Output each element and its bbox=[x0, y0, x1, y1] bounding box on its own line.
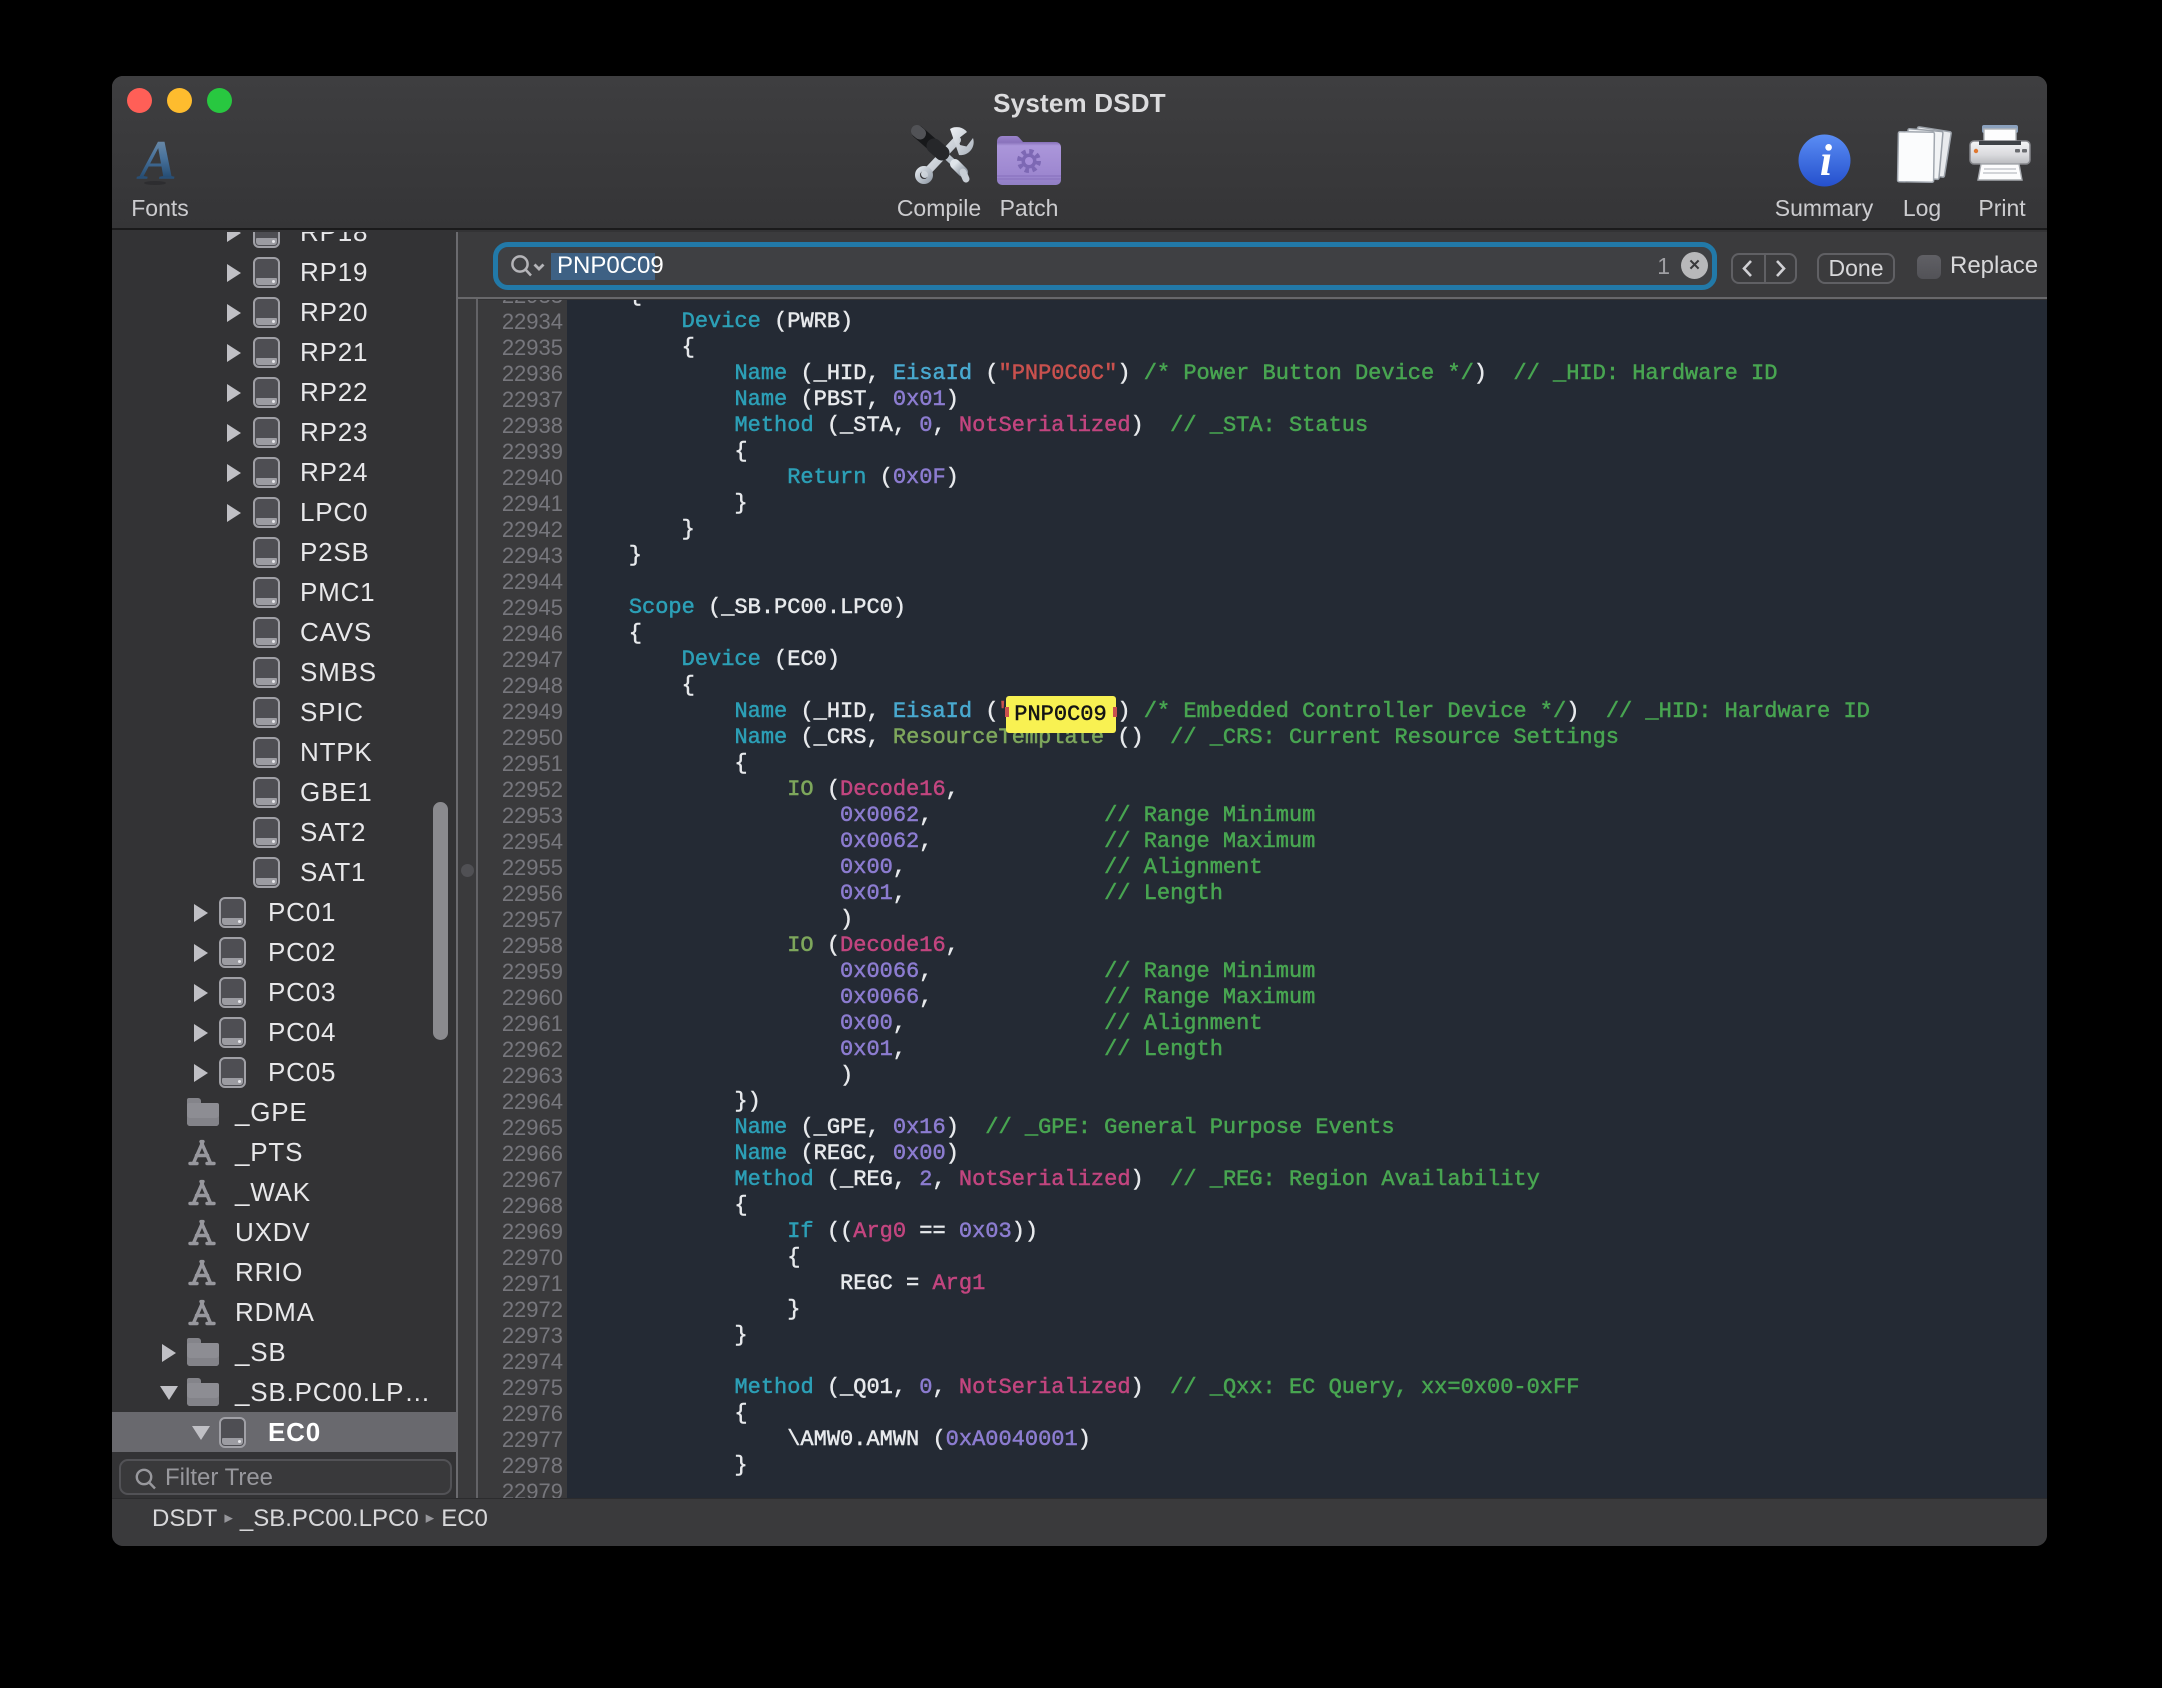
svg-text:i: i bbox=[1820, 136, 1833, 185]
